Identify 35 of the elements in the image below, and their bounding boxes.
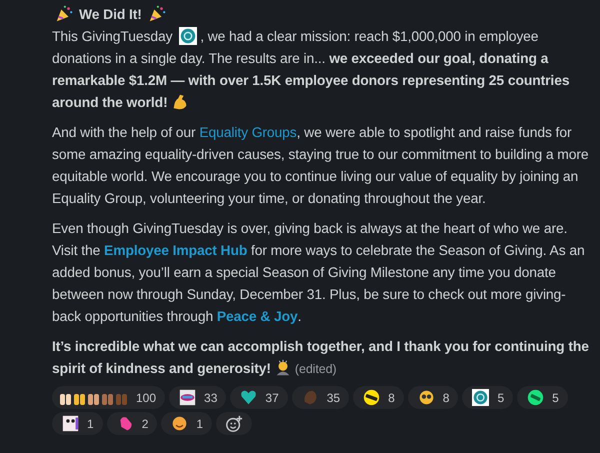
reaction-button[interactable]: 8	[353, 386, 404, 409]
globe-icon	[179, 27, 198, 45]
add-reaction-button[interactable]	[216, 412, 252, 435]
reaction-button[interactable]: 100	[52, 386, 166, 409]
reaction-button[interactable]: 8	[408, 386, 458, 409]
reaction-button[interactable]: 5	[517, 386, 568, 409]
link[interactable]: Employee Impact Hub	[104, 242, 248, 258]
message-title: We Did It!	[79, 5, 142, 24]
reaction-button[interactable]: 37	[230, 386, 288, 409]
globe-icon	[472, 389, 490, 406]
link[interactable]: Peace & Joy	[216, 308, 298, 324]
edited-label: (edited)	[294, 362, 336, 376]
reaction-button[interactable]: 35	[292, 386, 350, 409]
add-emoji-icon	[225, 414, 244, 432]
round-badge-icon	[527, 389, 544, 406]
cartoon-face-icon	[62, 415, 79, 432]
smiling-face-icon	[171, 415, 188, 432]
message-paragraph: Even though GivingTuesday is over, giving back is always at the heart of who we are. Visit the Employee Impact Hub for more ways to celebrate the Season of Giving. As an added bonus, you’ll earn a special Season of Giving Milestone any time you donate between now through Sunday, December 31. Plus, be sure to check out more giving-back opportunities through Peace & Joy.	[52, 219, 586, 326]
party-popper-icon	[148, 5, 166, 23]
reaction-button[interactable]: 1	[161, 412, 212, 435]
message-paragraph: And with the help of our Equality Groups, we were able to spotlight and raise funds for some amazing equality-driven causes, staying true to our commitment to building a more equitable world. We encourage you to continue living our value of equality by joining an Equality Group, volunteering your time, or donating throughout the year.	[52, 123, 590, 208]
link[interactable]: Equality Groups	[199, 124, 297, 140]
clapping-hands-icon	[302, 389, 319, 406]
message-paragraph: This GivingTuesday , we had a clear mission: reach $1,000,000 in employee donations in a single day. The results are in... we exceeded our goal, donating a remarkable $1.2M — with over 1.5K employee donors representing 25 countries around the world!	[52, 26, 570, 113]
badge-icon	[363, 389, 380, 406]
reaction-button[interactable]: 5	[462, 386, 514, 409]
message-paragraph: It’s incredible what we can accomplish together, and I thank you for continuing the spirit of kindness and generosity! (edited)	[52, 337, 590, 379]
reaction-button[interactable]: 1	[52, 412, 103, 435]
sticker-icon	[179, 389, 196, 406]
reaction-button[interactable]: 33	[169, 386, 226, 409]
heart-icon	[240, 389, 258, 406]
party-popper-icon	[55, 5, 73, 23]
reaction-button[interactable]: 2	[106, 412, 158, 435]
flexed-arm-icon	[170, 93, 189, 111]
sunglasses-face-icon	[418, 389, 435, 406]
